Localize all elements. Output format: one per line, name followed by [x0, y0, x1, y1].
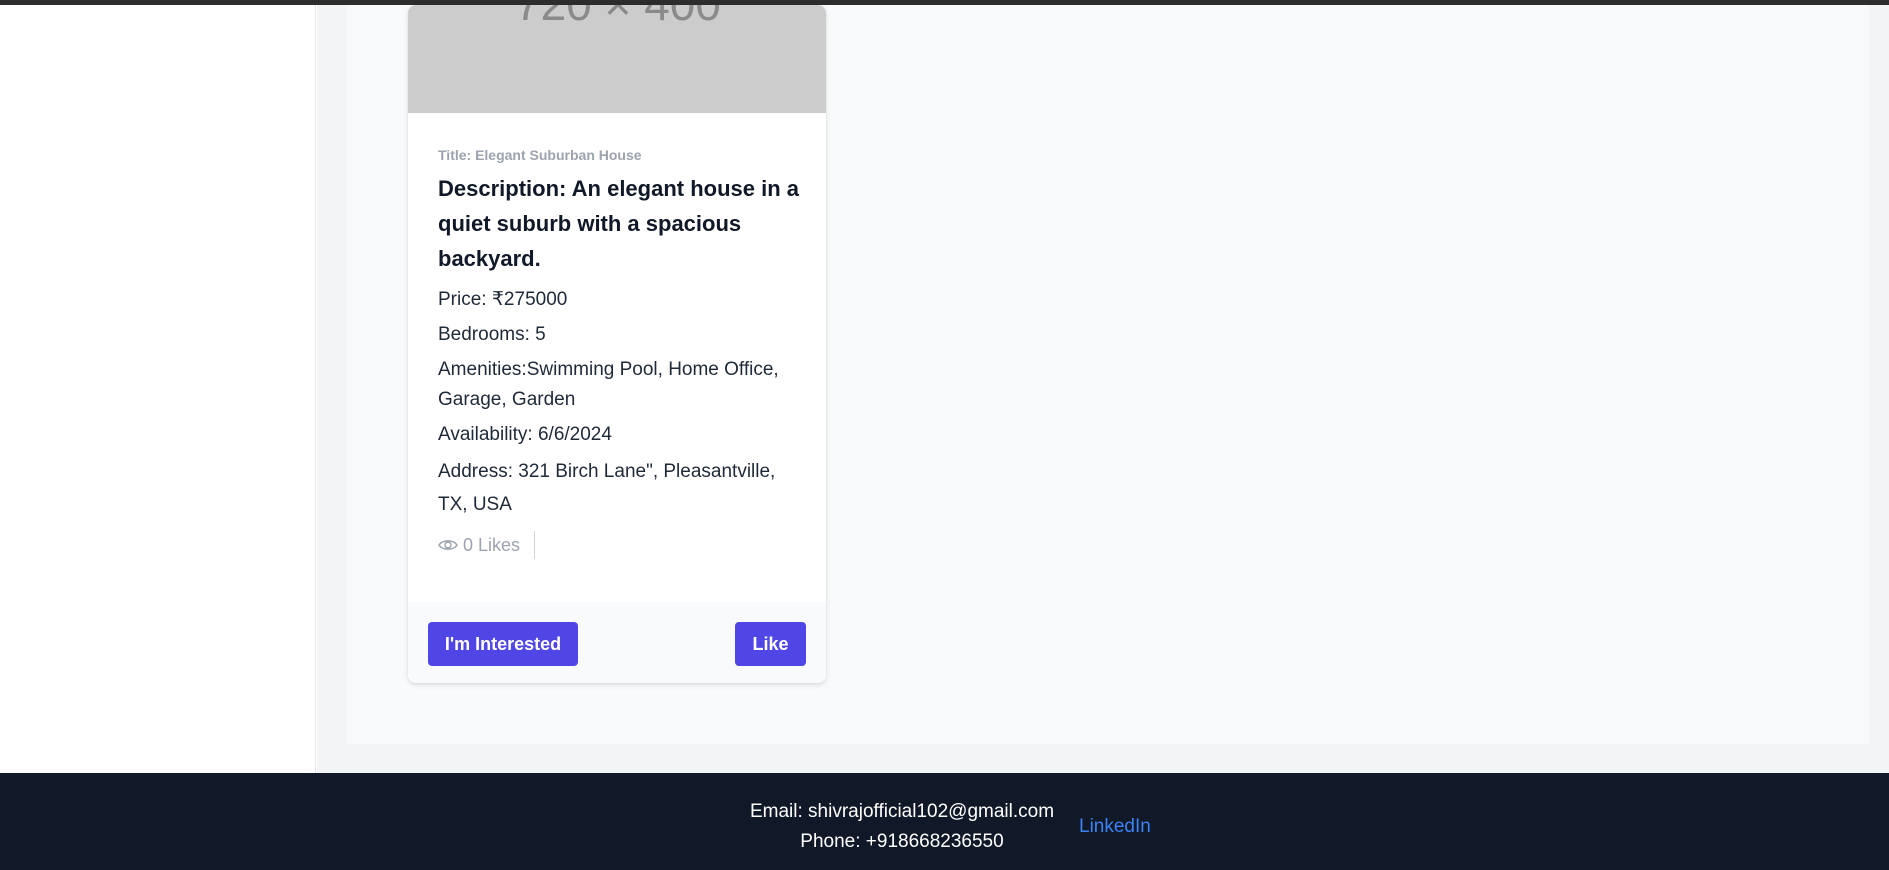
- card-actions: I'm Interested Like: [408, 602, 826, 683]
- footer-phone: Phone: +918668236550: [800, 831, 1004, 852]
- property-amenities: Amenities:Swimming Pool, Home Office, Ga…: [438, 359, 779, 410]
- site-footer: Email: shivrajofficial102@gmail.com Phon…: [0, 773, 1889, 870]
- like-button[interactable]: Like: [735, 622, 806, 666]
- property-address: Address: 321 Birch Lane", Pleasantville,…: [438, 461, 776, 515]
- eye-icon: [438, 538, 458, 552]
- property-image-placeholder: 720 × 400: [408, 5, 826, 113]
- footer-contact: Email: shivrajofficial102@gmail.com Phon…: [700, 797, 1104, 857]
- card-body: Title: Elegant Suburban House Descriptio…: [438, 146, 808, 559]
- image-placeholder-text: 720 × 400: [498, 5, 738, 31]
- property-availability: Availability: 6/6/2024: [438, 424, 612, 445]
- property-title: Title: Elegant Suburban House: [438, 147, 642, 163]
- property-bedrooms: Bedrooms: 5: [438, 324, 546, 345]
- property-card: 720 × 400 Title: Elegant Suburban House …: [408, 5, 826, 683]
- likes-count: 0 Likes: [463, 534, 521, 555]
- footer-email: Email: shivrajofficial102@gmail.com: [749, 801, 1055, 822]
- sidebar: [0, 5, 316, 773]
- interested-button[interactable]: I'm Interested: [428, 622, 578, 666]
- linkedin-link[interactable]: LinkedIn: [1079, 816, 1151, 838]
- property-price: Price: ₹275000: [438, 289, 568, 310]
- property-description: Description: An elegant house in a quiet…: [438, 176, 800, 271]
- likes-row: 0 Likes: [438, 531, 808, 559]
- likes-divider: [534, 531, 536, 559]
